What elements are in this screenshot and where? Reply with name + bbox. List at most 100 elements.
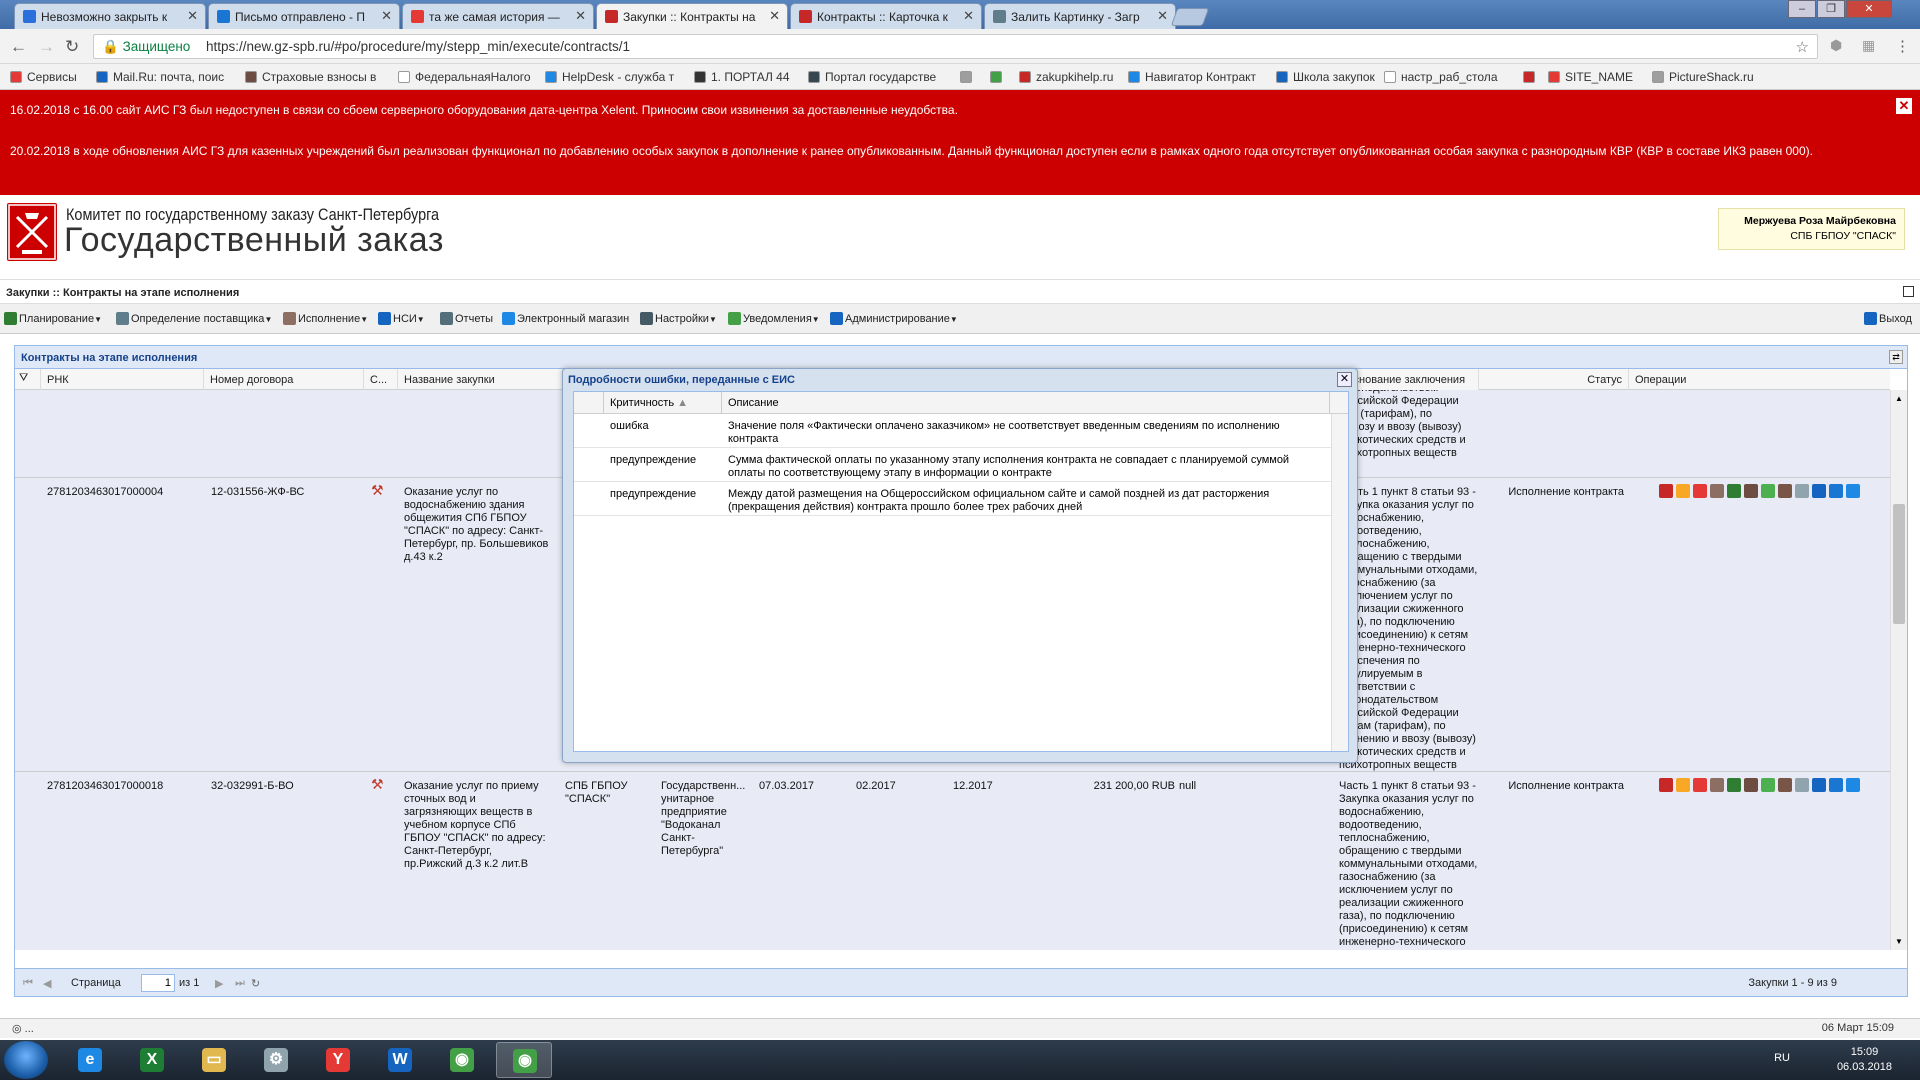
operation-icon-4[interactable] — [1727, 778, 1741, 792]
menu-supplier[interactable]: Определение поставщика▼ — [116, 312, 272, 325]
tab-0[interactable]: Невозможно закрыть к ✕ — [14, 3, 206, 29]
operation-icon-6[interactable] — [1761, 484, 1775, 498]
back-icon[interactable]: ← — [10, 37, 27, 57]
minimize-button[interactable]: – — [1788, 0, 1816, 18]
col-description[interactable]: Описание — [722, 392, 1330, 414]
taskbar-app-2[interactable]: ▭ — [186, 1042, 242, 1078]
menu-settings[interactable]: Настройки▼ — [640, 312, 717, 325]
first-page-icon[interactable]: ⏮ — [23, 977, 33, 990]
bookmark-4[interactable]: HelpDesk - служба т — [545, 70, 674, 84]
taskbar-app-1[interactable]: X — [124, 1042, 180, 1078]
operation-icon-4[interactable] — [1727, 484, 1741, 498]
start-button[interactable] — [4, 1041, 48, 1079]
operation-icon-8[interactable] — [1795, 484, 1809, 498]
dialog-scrollbar[interactable] — [1331, 414, 1348, 751]
browser-menu-icon[interactable]: ⋮ — [1895, 37, 1910, 55]
tab-close-icon[interactable]: ✕ — [769, 8, 780, 24]
tab-5[interactable]: Залить Картинку - Загр ✕ — [984, 3, 1176, 29]
operation-icon-3[interactable] — [1710, 778, 1724, 792]
refresh-icon[interactable]: ↻ — [251, 977, 260, 990]
taskbar-app-6[interactable]: ◉ — [434, 1042, 490, 1078]
operation-icon-1[interactable] — [1676, 484, 1690, 498]
bookmark-7[interactable] — [960, 70, 977, 84]
menu-execution[interactable]: Исполнение▼ — [283, 312, 368, 325]
tab-close-icon[interactable]: ✕ — [575, 8, 586, 24]
reload-icon[interactable]: ↻ — [65, 37, 79, 57]
tab-close-icon[interactable]: ✕ — [1157, 8, 1168, 24]
user-info[interactable]: Мержуева Роза Майрбековна СПБ ГБПОУ "СПА… — [1718, 208, 1905, 250]
tab-2[interactable]: та же самая история — ✕ — [402, 3, 594, 29]
grid-scrollbar[interactable]: ▲ ▼ — [1890, 390, 1907, 950]
tab-1[interactable]: Письмо отправлено - П ✕ — [208, 3, 400, 29]
bookmark-8[interactable] — [990, 70, 1007, 84]
language-indicator[interactable]: RU — [1774, 1052, 1790, 1064]
bookmark-12[interactable]: настр_раб_стола — [1384, 70, 1498, 84]
taskbar-app-0[interactable]: e — [62, 1042, 118, 1078]
operation-icon-0[interactable] — [1659, 778, 1673, 792]
operation-icon-10[interactable] — [1829, 778, 1843, 792]
table-row[interactable]: 2781203463017000018 32-032991-Б-ВО ⚒ Ока… — [15, 772, 1890, 950]
menu-nsi[interactable]: НСИ▼ — [378, 312, 425, 325]
list-item[interactable]: предупреждение Между датой размещения на… — [574, 482, 1333, 516]
scroll-thumb[interactable] — [1893, 504, 1905, 624]
operation-icon-10[interactable] — [1829, 484, 1843, 498]
menu-admin[interactable]: Администрирование▼ — [830, 312, 958, 325]
bookmark-0[interactable]: Сервисы — [10, 70, 77, 84]
operation-icon-9[interactable] — [1812, 484, 1826, 498]
operation-icon-2[interactable] — [1693, 778, 1707, 792]
taskbar-app-3[interactable]: ⚙ — [248, 1042, 304, 1078]
tab-close-icon[interactable]: ✕ — [963, 8, 974, 24]
taskbar-app-7[interactable]: ◉ — [496, 1042, 552, 1078]
prev-page-icon[interactable]: ◀ — [43, 977, 51, 990]
operation-icon-1[interactable] — [1676, 778, 1690, 792]
col-status[interactable]: Статус — [1479, 369, 1629, 390]
tab-3[interactable]: Закупки :: Контракты на ✕ — [596, 3, 788, 29]
panel-tool-button[interactable]: ⇄ — [1889, 350, 1903, 364]
tab-4[interactable]: Контракты :: Карточка к ✕ — [790, 3, 982, 29]
bookmark-15[interactable]: PictureShack.ru — [1652, 70, 1754, 84]
operation-icon-11[interactable] — [1846, 484, 1860, 498]
collapse-button[interactable] — [1903, 286, 1914, 297]
bookmark-14[interactable]: SITE_NAME — [1548, 70, 1633, 84]
operation-icon-9[interactable] — [1812, 778, 1826, 792]
url-field[interactable]: 🔒 Защищено https://new.gz-spb.ru/#po/pro… — [93, 34, 1818, 59]
taskbar-app-4[interactable]: Y — [310, 1042, 366, 1078]
operation-icon-7[interactable] — [1778, 778, 1792, 792]
operation-icon-11[interactable] — [1846, 778, 1860, 792]
col-rnk[interactable]: РНК — [41, 369, 204, 390]
bookmark-2[interactable]: Страховые взносы в — [245, 70, 376, 84]
forward-icon[interactable]: → — [38, 37, 55, 57]
menu-planning[interactable]: Планирование▼ — [4, 312, 102, 325]
new-tab-button[interactable] — [1170, 8, 1210, 26]
menu-shop[interactable]: Электронный магазин — [502, 312, 629, 325]
maximize-button[interactable]: ❐ — [1817, 0, 1845, 18]
bookmark-9[interactable]: zakupkihelp.ru — [1019, 70, 1113, 84]
list-item[interactable]: ошибка Значение поля «Фактически оплачен… — [574, 414, 1333, 448]
bookmark-3[interactable]: ФедеральнаяНалого — [398, 70, 531, 84]
bookmark-6[interactable]: Портал государстве — [808, 70, 936, 84]
extension-icon-2[interactable]: ▦ — [1862, 37, 1875, 54]
next-page-icon[interactable]: ▶ — [215, 977, 223, 990]
list-item[interactable]: предупреждение Сумма фактической оплаты … — [574, 448, 1333, 482]
col-number[interactable]: Номер договора — [204, 369, 364, 390]
bookmark-star-icon[interactable]: ☆ — [1796, 38, 1809, 56]
bookmark-11[interactable]: Школа закупок — [1276, 70, 1375, 84]
tab-close-icon[interactable]: ✕ — [187, 8, 198, 24]
col-basis[interactable]: Основание заключения — [1339, 369, 1479, 390]
menu-notifications[interactable]: Уведомления▼ — [728, 312, 820, 325]
scroll-up-icon[interactable]: ▲ — [1895, 394, 1903, 403]
dialog-close-button[interactable]: ✕ — [1337, 372, 1352, 387]
page-number-input[interactable]: 1 — [141, 974, 175, 992]
col-s[interactable]: С... — [364, 369, 398, 390]
bookmark-5[interactable]: 1. ПОРТАЛ 44 — [694, 70, 790, 84]
close-window-button[interactable]: ✕ — [1846, 0, 1892, 18]
menu-reports[interactable]: Отчеты — [440, 312, 493, 325]
exit-button[interactable]: Выход — [1864, 312, 1912, 325]
operation-icon-0[interactable] — [1659, 484, 1673, 498]
operation-icon-2[interactable] — [1693, 484, 1707, 498]
col-severity[interactable]: Критичность ▲ — [604, 392, 722, 414]
last-page-icon[interactable]: ⏭ — [235, 977, 245, 990]
scroll-down-icon[interactable]: ▼ — [1895, 937, 1903, 946]
operation-icon-6[interactable] — [1761, 778, 1775, 792]
extension-icon[interactable]: ⬢ — [1830, 37, 1842, 54]
